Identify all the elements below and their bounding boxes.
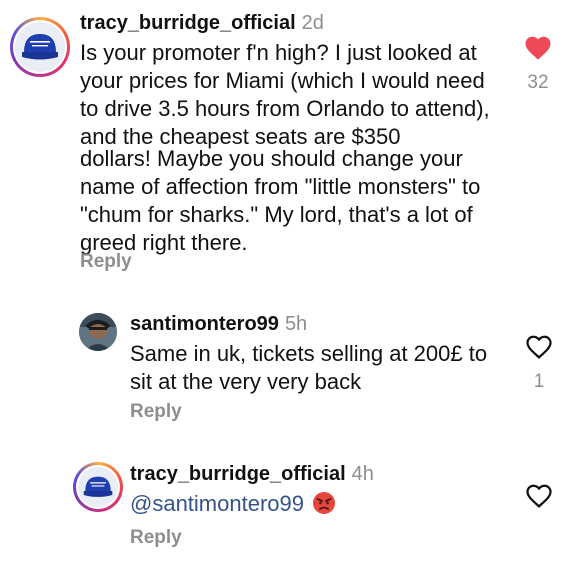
heart-outline-icon[interactable]: [524, 332, 554, 362]
mention-link[interactable]: @santimontero99: [130, 491, 304, 516]
comment-text: Is your promoter f'n high? I just looked…: [80, 40, 490, 149]
username-text[interactable]: santimontero99: [130, 313, 279, 335]
cap-icon: [22, 34, 58, 60]
comment-time: 5h: [284, 313, 308, 335]
username-text[interactable]: tracy_burridge_official: [130, 463, 346, 485]
like-count: 32: [527, 72, 549, 93]
reply-button[interactable]: Reply: [130, 527, 182, 549]
cap-icon: [83, 476, 113, 497]
comment-time: 4h: [351, 463, 374, 485]
comment-username[interactable]: santimontero99 5h: [130, 313, 307, 336]
heart-outline-icon[interactable]: [524, 481, 554, 511]
username-text[interactable]: tracy_burridge_official: [80, 12, 296, 34]
profile-photo-icon: [79, 313, 117, 351]
comment-text: Same in uk, tickets selling at 200£ to s…: [130, 341, 488, 394]
comment-time: 2d: [301, 12, 324, 34]
avatar[interactable]: [79, 313, 117, 351]
heart-filled-icon[interactable]: [523, 33, 553, 63]
comment-username[interactable]: tracy_burridge_official 4h: [130, 463, 374, 486]
avatar[interactable]: [73, 462, 123, 512]
reply-button[interactable]: Reply: [130, 401, 182, 423]
comment-text: @santimontero99: [130, 490, 500, 518]
like-count: 1: [533, 371, 545, 392]
angry-face-icon: [312, 492, 335, 514]
comment-text-continued: dollars! Maybe you should change your na…: [80, 146, 481, 255]
avatar[interactable]: [10, 17, 70, 77]
reply-button[interactable]: Reply: [80, 251, 132, 273]
comment-username[interactable]: tracy_burridge_official 2d: [80, 12, 324, 35]
